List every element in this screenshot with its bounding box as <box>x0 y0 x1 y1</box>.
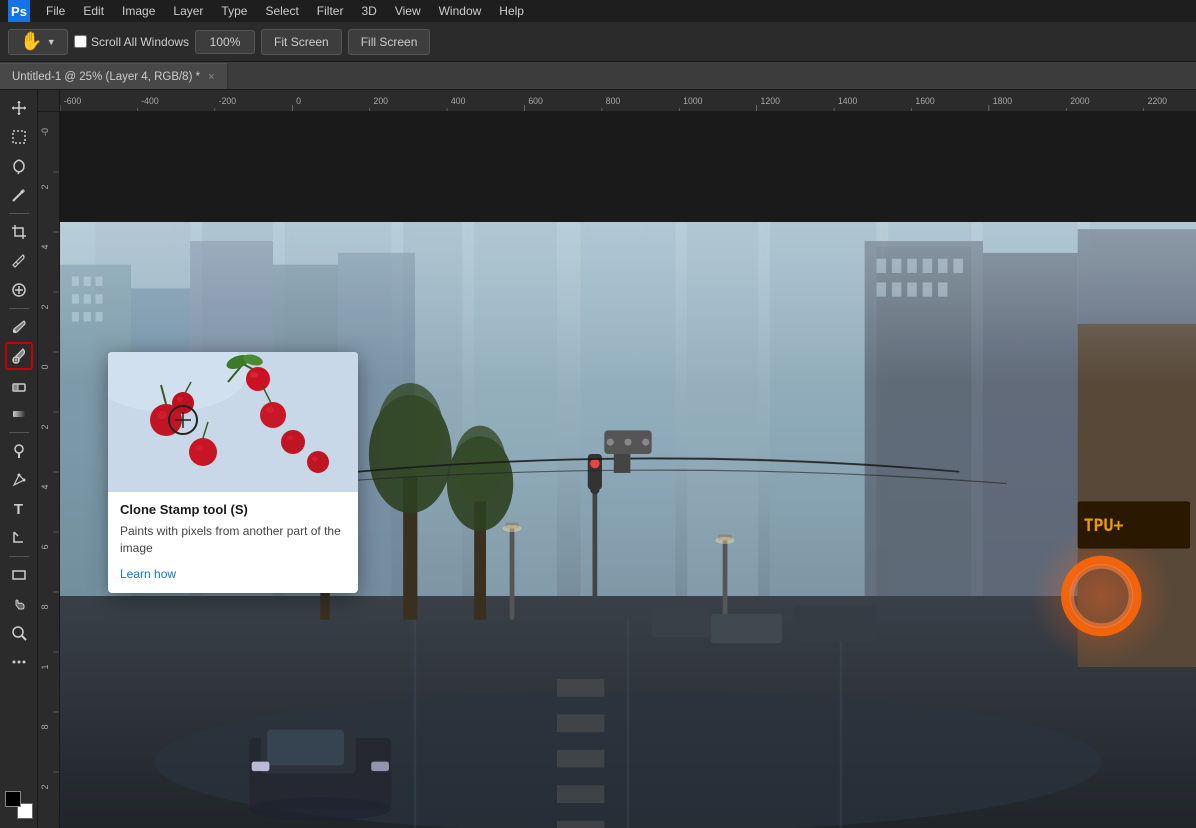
svg-text:2000: 2000 <box>1070 96 1089 106</box>
canvas-bg-top <box>60 112 1196 222</box>
document-tab[interactable]: Untitled-1 @ 25% (Layer 4, RGB/8) * × <box>0 63 228 89</box>
svg-text:6: 6 <box>40 544 50 549</box>
tooltip-title: Clone Stamp tool (S) <box>120 502 346 517</box>
ruler-left-svg: -0 2 4 2 0 2 4 6 8 <box>38 112 60 828</box>
tooltip-learn-how-link[interactable]: Learn how <box>120 567 176 581</box>
left-toolbar: T <box>0 90 38 828</box>
menu-view[interactable]: View <box>387 2 429 20</box>
svg-text:-200: -200 <box>219 96 236 106</box>
svg-text:1: 1 <box>40 664 50 669</box>
svg-text:1200: 1200 <box>761 96 780 106</box>
color-swatches[interactable] <box>5 791 33 819</box>
scroll-all-windows-checkbox[interactable] <box>74 35 87 48</box>
tool-gradient[interactable] <box>5 400 33 428</box>
menu-filter[interactable]: Filter <box>309 2 352 20</box>
svg-text:0: 0 <box>296 96 301 106</box>
app-logo: Ps <box>8 0 30 22</box>
tool-clone-stamp[interactable] <box>5 342 33 370</box>
cherry-scene-svg <box>108 352 358 492</box>
options-toolbar: ✋ ▼ Scroll All Windows 100% Fit Screen F… <box>0 22 1196 62</box>
svg-text:8: 8 <box>40 604 50 609</box>
hand-dropdown-arrow: ▼ <box>47 37 56 47</box>
tool-move[interactable] <box>5 94 33 122</box>
tool-brush[interactable] <box>5 313 33 341</box>
tool-healing[interactable] <box>5 276 33 304</box>
svg-text:400: 400 <box>451 96 466 106</box>
tab-bar: Untitled-1 @ 25% (Layer 4, RGB/8) * × <box>0 62 1196 90</box>
scroll-all-text: Scroll All Windows <box>91 35 189 49</box>
tool-separator-2 <box>9 308 29 309</box>
menu-bar: Ps File Edit Image Layer Type Select Fil… <box>0 0 1196 22</box>
menu-file[interactable]: File <box>38 2 73 20</box>
svg-text:0: 0 <box>40 364 50 369</box>
tool-magic-wand[interactable] <box>5 181 33 209</box>
tool-lasso[interactable] <box>5 152 33 180</box>
hand-icon: ✋ <box>20 31 42 52</box>
tool-more[interactable] <box>5 648 33 676</box>
svg-text:-400: -400 <box>141 96 158 106</box>
svg-text:TPU+: TPU+ <box>1084 516 1124 535</box>
svg-text:2: 2 <box>40 424 50 429</box>
menu-edit[interactable]: Edit <box>75 2 112 20</box>
tool-pen[interactable] <box>5 466 33 494</box>
tool-path-select[interactable] <box>5 524 33 552</box>
ruler-corner <box>38 90 60 112</box>
tool-eraser[interactable] <box>5 371 33 399</box>
tooltip-body: Clone Stamp tool (S) Paints with pixels … <box>108 492 358 593</box>
svg-text:200: 200 <box>374 96 389 106</box>
menu-select[interactable]: Select <box>257 2 306 20</box>
tooltip-popup: Clone Stamp tool (S) Paints with pixels … <box>108 352 358 593</box>
tool-zoom[interactable] <box>5 619 33 647</box>
zoom-value: 100% <box>210 35 241 49</box>
svg-text:1600: 1600 <box>915 96 934 106</box>
tab-close-button[interactable]: × <box>208 71 214 83</box>
tool-separator-1 <box>9 213 29 214</box>
tool-marquee[interactable] <box>5 123 33 151</box>
tool-dodge[interactable] <box>5 437 33 465</box>
svg-text:1400: 1400 <box>838 96 857 106</box>
tooltip-description: Paints with pixels from another part of … <box>120 523 346 557</box>
svg-text:2: 2 <box>40 784 50 789</box>
canvas-content[interactable]: TPU+ <box>60 112 1196 828</box>
menu-3d[interactable]: 3D <box>353 2 384 20</box>
scroll-all-windows-label[interactable]: Scroll All Windows <box>74 35 189 49</box>
tool-separator-4 <box>9 556 29 557</box>
svg-text:1000: 1000 <box>683 96 702 106</box>
tool-hand[interactable] <box>5 590 33 618</box>
svg-text:4: 4 <box>40 484 50 489</box>
tool-separator-3 <box>9 432 29 433</box>
svg-text:8: 8 <box>40 724 50 729</box>
svg-text:800: 800 <box>606 96 621 106</box>
svg-text:2: 2 <box>40 304 50 309</box>
svg-text:4: 4 <box>40 244 50 249</box>
ruler-left: -0 2 4 2 0 2 4 6 8 <box>38 112 60 828</box>
ruler-top-svg: -600 -400 -200 0 200 400 600 800 <box>60 90 1196 112</box>
menu-window[interactable]: Window <box>431 2 490 20</box>
svg-text:-600: -600 <box>64 96 81 106</box>
fit-screen-button[interactable]: Fit Screen <box>261 29 342 55</box>
canvas-area[interactable]: -600 -400 -200 0 200 400 600 800 <box>38 90 1196 828</box>
tab-title: Untitled-1 @ 25% (Layer 4, RGB/8) * <box>12 71 200 83</box>
tool-shape[interactable] <box>5 561 33 589</box>
svg-text:-0: -0 <box>40 128 50 136</box>
hand-tool-button[interactable]: ✋ ▼ <box>8 29 68 55</box>
menu-help[interactable]: Help <box>491 2 532 20</box>
svg-text:2200: 2200 <box>1148 96 1167 106</box>
tool-crop[interactable] <box>5 218 33 246</box>
menu-type[interactable]: Type <box>213 2 255 20</box>
svg-text:1800: 1800 <box>993 96 1012 106</box>
foreground-color-swatch[interactable] <box>5 791 21 807</box>
tool-eyedropper[interactable] <box>5 247 33 275</box>
main-area: T <box>0 90 1196 828</box>
fill-screen-button[interactable]: Fill Screen <box>348 29 431 55</box>
svg-text:2: 2 <box>40 184 50 189</box>
tool-type[interactable]: T <box>5 495 33 523</box>
ruler-top: -600 -400 -200 0 200 400 600 800 <box>60 90 1196 112</box>
menu-layer[interactable]: Layer <box>165 2 211 20</box>
tooltip-preview-image <box>108 352 358 492</box>
svg-text:600: 600 <box>528 96 543 106</box>
menu-image[interactable]: Image <box>114 2 163 20</box>
zoom-level-display[interactable]: 100% <box>195 30 255 54</box>
